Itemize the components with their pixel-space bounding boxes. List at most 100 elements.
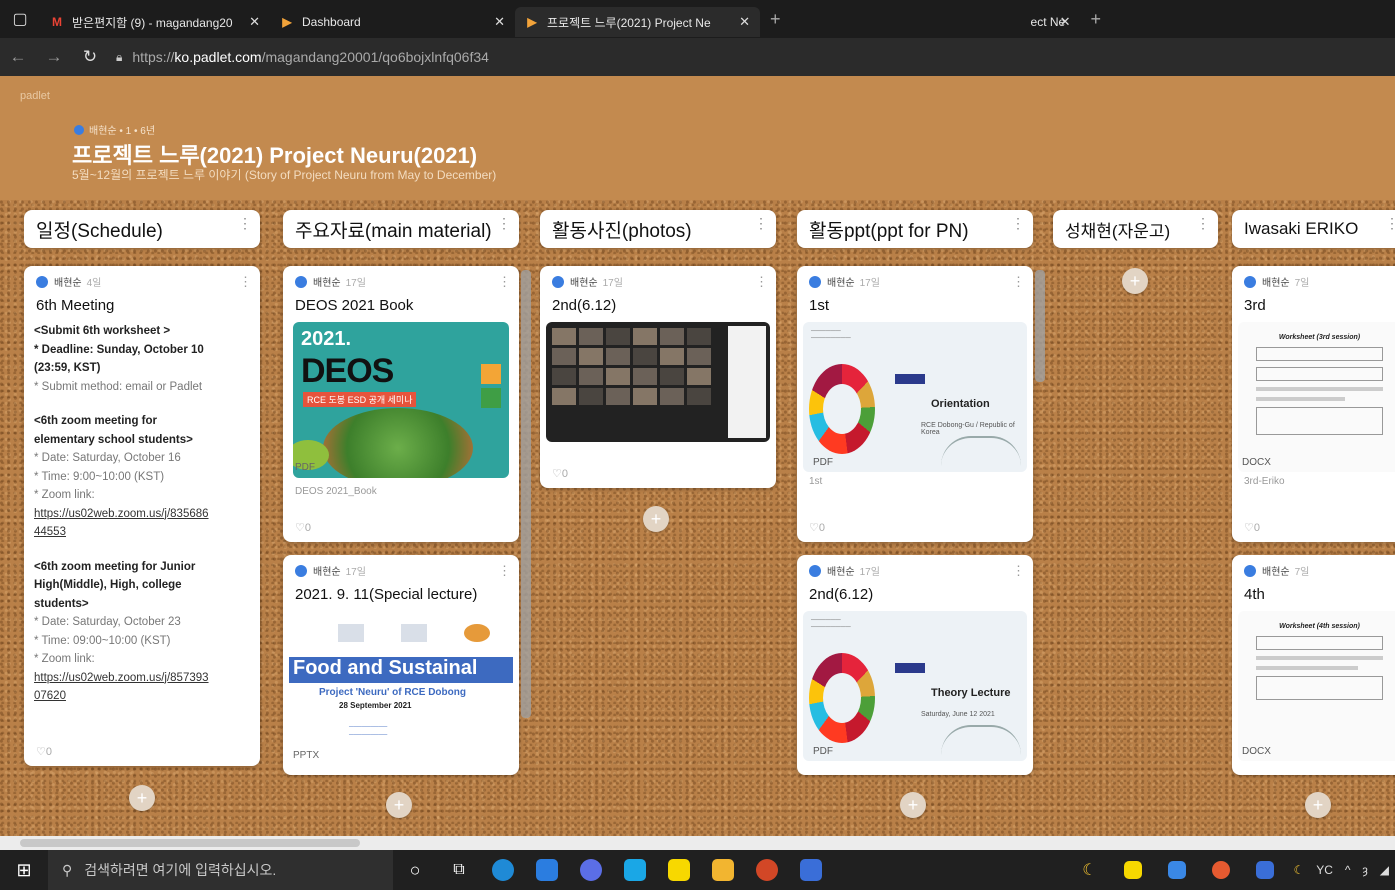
reload-icon[interactable]: ↻	[72, 47, 108, 67]
add-post-button[interactable]: +	[643, 506, 669, 532]
windows-start-icon[interactable]: ⊞	[0, 860, 48, 881]
post-title: 2nd(6.12)	[809, 586, 874, 603]
file-type-tag: DOCX	[1242, 457, 1271, 468]
tray-app-icon[interactable]	[1155, 850, 1199, 890]
post-ppt-1st[interactable]: 배현순 17일 ⋮ 1st ────── ──────── Orientation…	[797, 266, 1033, 542]
like-button[interactable]: ♡0	[552, 467, 568, 480]
more-icon[interactable]: ⋮	[755, 274, 768, 290]
more-icon[interactable]: ⋮	[498, 274, 511, 290]
column-scrollbar[interactable]	[1035, 270, 1045, 382]
window-app-icon[interactable]	[789, 850, 833, 890]
docx-thumbnail[interactable]: Worksheet (3rd session) DOCX	[1238, 322, 1395, 472]
scrollbar-thumb[interactable]	[20, 839, 360, 847]
more-icon[interactable]: ⋮	[498, 563, 511, 579]
zoom-link[interactable]: 07620	[34, 687, 250, 706]
zoom-link[interactable]: https://us02web.zoom.us/j/857393	[34, 669, 250, 688]
tab-gmail[interactable]: M 받은편지함 (9) - magandang20 ✕	[40, 7, 270, 37]
forward-icon[interactable]: →	[36, 47, 72, 67]
zoom-link[interactable]: 44553	[34, 523, 250, 542]
more-icon[interactable]: ⋮	[1012, 274, 1025, 290]
post-eriko-3rd[interactable]: 배현순 7일 3rd Worksheet (3rd session) DOCX …	[1232, 266, 1395, 542]
tab-project-neuru[interactable]: ▶ 프로젝트 느루(2021) Project Ne ✕	[515, 7, 760, 37]
kakaotalk-icon[interactable]	[657, 850, 701, 890]
more-icon[interactable]: ⋮	[1196, 216, 1210, 230]
padlet-icon: ▶	[527, 15, 537, 29]
avatar	[295, 564, 307, 577]
mail-icon[interactable]	[525, 850, 569, 890]
taskbar-search[interactable]: ⚲ 검색하려면 여기에 입력하십시오.	[48, 850, 393, 890]
post-ppt-2nd[interactable]: 배현순 17일 ⋮ 2nd(6.12) ────── ──────── Theor…	[797, 555, 1033, 775]
tab-project-neuru-2[interactable]: ect Ne ✕	[1021, 7, 1081, 37]
new-tab-icon[interactable]: +	[1081, 9, 1112, 30]
column-scrollbar[interactable]	[521, 270, 531, 718]
edge-icon[interactable]	[481, 850, 525, 890]
url-field[interactable]: 🔒︎ https://ko.padlet.com/magandang20001/…	[116, 49, 489, 65]
tray-app-icon[interactable]	[1199, 850, 1243, 890]
like-button[interactable]: ♡0	[809, 521, 825, 534]
avatar	[74, 124, 84, 135]
post-title: 4th	[1244, 586, 1265, 603]
task-view-icon[interactable]: ⧉	[437, 850, 481, 890]
padlet-logo[interactable]: padlet	[20, 90, 50, 102]
kakaotalk-tray-icon[interactable]	[1111, 850, 1155, 890]
window-menu-icon[interactable]: ▢	[0, 0, 40, 38]
pdf-thumbnail[interactable]: ────── ──────── Theory Lecture Saturday, …	[803, 611, 1027, 761]
close-icon[interactable]: ✕	[1060, 14, 1071, 30]
add-post-button[interactable]: +	[129, 785, 155, 811]
tray-app-icon[interactable]	[1243, 850, 1287, 890]
like-button[interactable]: ♡0	[1244, 521, 1260, 534]
docx-thumbnail[interactable]: Worksheet (4th session) DOCX	[1238, 611, 1395, 761]
avatar	[552, 275, 564, 288]
back-icon[interactable]: ←	[0, 47, 36, 67]
search-app-icon[interactable]	[613, 850, 657, 890]
network-icon: ȝ	[1362, 863, 1368, 877]
avatar	[295, 275, 307, 288]
close-icon[interactable]: ✕	[739, 14, 750, 30]
board: 일정(Schedule) ⋮ 주요자료(main material) ⋮ 활동사…	[0, 200, 1395, 836]
pdf-thumbnail[interactable]: ────── ──────── Orientation RCE Dobong-Gu…	[803, 322, 1027, 472]
pptx-thumbnail[interactable]: Food and Sustainal Project 'Neuru' of RC…	[289, 611, 513, 767]
new-tab-icon[interactable]: +	[760, 9, 791, 30]
more-icon[interactable]: ⋮	[1385, 216, 1395, 230]
post-deos[interactable]: 배현순 17일 ⋮ DEOS 2021 Book 2021. DEOS RCE …	[283, 266, 519, 542]
more-icon[interactable]: ⋮	[1012, 563, 1025, 579]
post-special-lecture[interactable]: 배현순 17일 ⋮ 2021. 9. 11(Special lecture) F…	[283, 555, 519, 775]
like-button[interactable]: ♡0	[36, 745, 52, 758]
zoom-screenshot[interactable]	[546, 322, 770, 442]
column-title: 활동ppt(ppt for PN)	[809, 220, 969, 242]
cortana-icon[interactable]: ○	[393, 850, 437, 890]
tab-dashboard[interactable]: ▶ Dashboard ✕	[270, 7, 515, 37]
app-icon[interactable]	[569, 850, 613, 890]
chevron-up-icon: ^	[1344, 863, 1351, 877]
more-icon[interactable]: ⋮	[1011, 216, 1025, 230]
more-icon[interactable]: ⋮	[497, 216, 511, 230]
zoom-link[interactable]: https://us02web.zoom.us/j/835686	[34, 505, 250, 524]
more-icon[interactable]: ⋮	[238, 216, 252, 230]
add-post-button[interactable]: +	[1122, 268, 1148, 294]
add-post-button[interactable]: +	[386, 792, 412, 818]
file-caption: 3rd-Eriko	[1244, 476, 1285, 487]
sdg-wheel-icon	[809, 653, 875, 743]
more-icon[interactable]: ⋮	[754, 216, 768, 230]
post-eriko-4th[interactable]: 배현순 7일 4th Worksheet (4th session) DOCX	[1232, 555, 1395, 775]
powerpoint-icon[interactable]	[745, 850, 789, 890]
post-title: 2nd(6.12)	[552, 297, 617, 314]
column-title: Iwasaki ERIKO	[1244, 219, 1359, 238]
close-icon[interactable]: ✕	[249, 14, 260, 30]
close-icon[interactable]: ✕	[494, 14, 505, 30]
horizontal-scrollbar[interactable]	[0, 836, 1395, 850]
moon-icon[interactable]: ☾	[1067, 850, 1111, 890]
add-post-button[interactable]: +	[1305, 792, 1331, 818]
add-post-button[interactable]: +	[900, 792, 926, 818]
column-title: 주요자료(main material)	[295, 220, 492, 242]
post-schedule[interactable]: 배현순 4일 ⋮ 6th Meeting <Submit 6th workshe…	[24, 266, 260, 766]
pdf-thumbnail[interactable]: 2021. DEOS RCE 도봉 ESD 공개 세미나	[293, 322, 509, 478]
lock-icon: 🔒︎	[116, 49, 123, 64]
windows-taskbar: ⊞ ⚲ 검색하려면 여기에 입력하십시오. ○ ⧉ ☾ ☾ YC ^ ȝ ◢	[0, 850, 1395, 890]
file-explorer-icon[interactable]	[701, 850, 745, 890]
more-icon[interactable]: ⋮	[239, 274, 252, 290]
post-photos[interactable]: 배현순 17일 ⋮ 2nd(6.12) ♡0	[540, 266, 776, 488]
like-button[interactable]: ♡0	[295, 521, 311, 534]
owner-info: 배현순 • 1 • 6년	[74, 122, 155, 137]
system-tray[interactable]: ☾ YC ^ ȝ ◢	[1287, 863, 1395, 877]
